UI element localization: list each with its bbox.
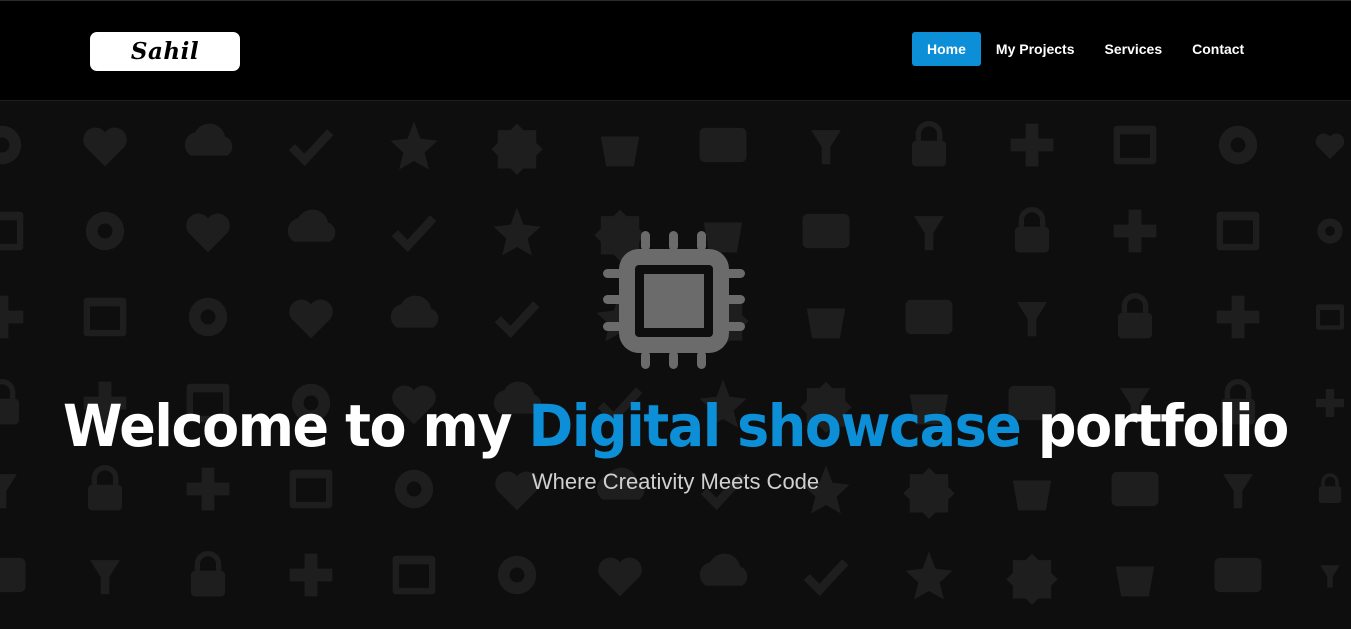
gamepad-icon	[184, 123, 233, 156]
toggle-icon	[289, 299, 333, 339]
shopping-bag-icon	[1216, 211, 1260, 251]
credit-card-icon	[390, 295, 439, 328]
cpu-chip-icon	[603, 231, 745, 369]
tag-plus-icon	[83, 297, 127, 337]
tag-minus-icon	[0, 295, 24, 339]
cloud-download-icon	[491, 123, 543, 175]
microphone-icon	[1017, 302, 1047, 337]
twitter-icon	[186, 213, 230, 253]
instagram-icon	[391, 215, 437, 253]
nav-links: Home My Projects Services Contact	[912, 32, 1259, 66]
dribbble-icon	[287, 209, 336, 242]
hero-title-start: Welcome to my	[63, 392, 512, 460]
hero-title: Welcome to my Digital showcase portfolio	[47, 391, 1303, 461]
hero-title-end: portfolio	[1037, 392, 1289, 460]
share-icon	[85, 211, 125, 251]
rss-icon	[905, 299, 953, 335]
chat-icon	[1316, 304, 1344, 330]
pill-icon	[1010, 123, 1054, 167]
facebook-icon	[0, 211, 24, 251]
dumbbell-icon	[803, 559, 849, 597]
lock-icon	[911, 121, 947, 167]
camera-icon	[493, 207, 541, 256]
plus-icon	[1316, 389, 1344, 417]
gear-icon	[0, 125, 22, 165]
browser-window-icon	[914, 216, 944, 251]
volume-icon	[806, 308, 846, 339]
credit-card-icon	[494, 301, 540, 339]
dribbble-icon	[1320, 565, 1340, 588]
nav-link-services[interactable]: Services	[1090, 32, 1178, 66]
shopping-bag-icon	[1113, 209, 1157, 253]
unlock-icon	[289, 553, 333, 597]
eye-icon	[1014, 207, 1050, 253]
hero-title-accent: Digital showcase	[528, 392, 1022, 460]
medkit-icon	[1113, 125, 1157, 165]
pill-icon	[598, 557, 642, 597]
unlock-icon	[811, 130, 841, 165]
gear-icon	[83, 127, 127, 167]
hero-subtitle: Where Creativity Meets Code	[531, 469, 820, 494]
site-logo[interactable]: Sahil Khatri	[90, 32, 240, 104]
navbar: Sahil Khatri Home My Projects Services C…	[0, 0, 1351, 104]
lock-icon	[497, 555, 537, 595]
facebook-icon	[1006, 553, 1058, 605]
dumbbell-icon	[1218, 125, 1258, 165]
map-icon	[1216, 295, 1260, 339]
twitter-icon	[1214, 557, 1262, 593]
home-icon	[1117, 293, 1153, 339]
thumbs-down-icon	[905, 551, 953, 600]
tag-icon	[188, 297, 228, 337]
unlock-icon	[392, 555, 436, 595]
cloud-icon	[600, 136, 640, 167]
nav-link-my-projects[interactable]: My Projects	[981, 32, 1090, 66]
cloud-icon	[190, 551, 226, 597]
thumbs-down-icon	[1315, 133, 1345, 159]
cloud-upload-icon	[390, 121, 438, 170]
unlock-icon	[699, 127, 747, 163]
nav-link-home[interactable]: Home	[912, 32, 981, 66]
cloud-upload-icon	[0, 557, 26, 593]
basket-icon	[1317, 218, 1343, 244]
share-icon	[1115, 566, 1155, 597]
cassette-icon	[288, 129, 334, 167]
nav-link-contact[interactable]: Contact	[1177, 32, 1259, 66]
tv-icon	[802, 213, 850, 249]
medkit-icon	[699, 553, 748, 586]
chat-dots-icon	[0, 379, 20, 425]
hero-section: Welcome to my Digital showcase portfolio…	[0, 101, 1351, 629]
cloud-download-icon	[90, 560, 120, 595]
